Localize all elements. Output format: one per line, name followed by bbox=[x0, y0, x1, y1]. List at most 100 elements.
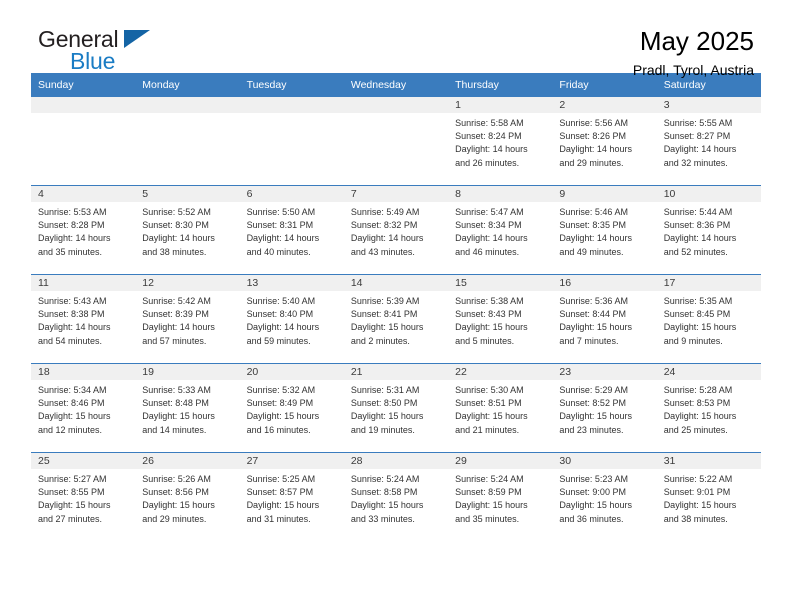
daylight-text-line1: Daylight: 15 hours bbox=[142, 411, 215, 422]
calendar-day-cell[interactable]: 9 Sunrise: 5:46 AM Sunset: 8:35 PM Daylight… bbox=[552, 185, 657, 275]
day-number: 29 bbox=[455, 455, 467, 467]
day-number-band: 14 bbox=[343, 275, 449, 291]
calendar-day-cell-empty bbox=[239, 97, 344, 186]
day-number-band bbox=[343, 97, 449, 113]
daylight-text-line2: and 2 minutes. bbox=[350, 335, 410, 346]
calendar-day-cell[interactable]: 23 Sunrise: 5:29 AM Sunset: 8:52 PM Dayligh… bbox=[552, 363, 657, 453]
daylight-text-line1: Daylight: 15 hours bbox=[142, 500, 215, 511]
day-number: 10 bbox=[663, 188, 676, 200]
day-cell-body: Sunrise: 5:25 AM Sunset: 8:57 PM Daylight:… bbox=[240, 469, 344, 526]
day-cell-body: Sunrise: 5:50 AM Sunset: 8:31 PM Daylight:… bbox=[240, 202, 344, 259]
sunrise-text: Sunrise: 5:50 AM bbox=[246, 207, 316, 217]
daylight-text-line1: Daylight: 14 hours bbox=[559, 233, 632, 244]
sunset-text: Sunset: 8:32 PM bbox=[350, 220, 418, 231]
daylight-text-line1: Daylight: 14 hours bbox=[38, 233, 111, 244]
calendar-day-cell[interactable]: 6 Sunrise: 5:50 AM Sunset: 8:31 PM Daylight… bbox=[239, 185, 344, 275]
daylight-text-line2: and 49 minutes. bbox=[559, 246, 624, 257]
day-number-band: 1 bbox=[448, 97, 553, 113]
calendar-day-cell[interactable]: 19 Sunrise: 5:33 AM Sunset: 8:48 PM Dayligh… bbox=[135, 363, 240, 453]
daylight-text-line2: and 52 minutes. bbox=[663, 246, 728, 257]
daylight-text-line1: Daylight: 14 hours bbox=[246, 322, 320, 333]
day-number: 9 bbox=[559, 188, 566, 200]
calendar-day-cell[interactable]: 27 Sunrise: 5:25 AM Sunset: 8:57 PM Dayligh… bbox=[239, 452, 344, 541]
brand-name-blue: Blue bbox=[70, 48, 116, 74]
daylight-text-line2: and 26 minutes. bbox=[455, 157, 520, 168]
day-number-band: 9 bbox=[552, 186, 657, 202]
calendar-day-cell[interactable]: 2 Sunrise: 5:56 AM Sunset: 8:26 PM Daylight… bbox=[552, 97, 657, 186]
calendar-day-cell[interactable]: 24 Sunrise: 5:28 AM Sunset: 8:53 PM Dayligh… bbox=[656, 363, 761, 453]
day-number: 8 bbox=[455, 188, 461, 200]
calendar-day-cell[interactable]: 7 Sunrise: 5:49 AM Sunset: 8:32 PM Daylight… bbox=[343, 185, 449, 275]
day-cell-body: Sunrise: 5:44 AM Sunset: 8:36 PM Daylight:… bbox=[657, 202, 761, 259]
calendar-day-cell[interactable]: 5 Sunrise: 5:52 AM Sunset: 8:30 PM Daylight… bbox=[135, 185, 240, 275]
calendar-day-cell[interactable]: 26 Sunrise: 5:26 AM Sunset: 8:56 PM Dayligh… bbox=[135, 452, 240, 541]
day-cell-body: Sunrise: 5:31 AM Sunset: 8:50 PM Daylight:… bbox=[344, 380, 448, 437]
calendar-day-cell[interactable]: 11 Sunrise: 5:43 AM Sunset: 8:38 PM Dayligh… bbox=[31, 274, 136, 364]
sunrise-text: Sunrise: 5:46 AM bbox=[559, 207, 628, 217]
calendar-week-row: 18 Sunrise: 5:34 AM Sunset: 8:46 PM Dayligh… bbox=[31, 363, 761, 453]
calendar-day-cell[interactable]: 16 Sunrise: 5:36 AM Sunset: 8:44 PM Dayligh… bbox=[552, 274, 657, 364]
calendar-day-cell[interactable]: 12 Sunrise: 5:42 AM Sunset: 8:39 PM Dayligh… bbox=[135, 274, 240, 364]
daylight-text-line1: Daylight: 15 hours bbox=[246, 411, 320, 422]
calendar-day-cell[interactable]: 10 Sunrise: 5:44 AM Sunset: 8:36 PM Dayligh… bbox=[656, 185, 761, 275]
calendar-day-cell[interactable]: 28 Sunrise: 5:24 AM Sunset: 8:58 PM Dayligh… bbox=[343, 452, 449, 541]
calendar-day-cell[interactable]: 18 Sunrise: 5:34 AM Sunset: 8:46 PM Dayligh… bbox=[31, 363, 136, 453]
calendar-day-cell[interactable]: 22 Sunrise: 5:30 AM Sunset: 8:51 PM Dayligh… bbox=[448, 363, 553, 453]
sunrise-text: Sunrise: 5:44 AM bbox=[663, 207, 733, 217]
daylight-text-line2: and 35 minutes. bbox=[38, 246, 103, 257]
calendar-day-cell[interactable]: 4 Sunrise: 5:53 AM Sunset: 8:28 PM Daylight… bbox=[31, 185, 136, 275]
sunset-text: Sunset: 8:45 PM bbox=[663, 309, 731, 320]
daylight-text-line1: Daylight: 14 hours bbox=[559, 144, 632, 155]
day-cell-body: Sunrise: 5:58 AM Sunset: 8:24 PM Daylight:… bbox=[448, 113, 552, 170]
day-number-band: 3 bbox=[656, 97, 761, 113]
calendar-day-cell[interactable]: 3 Sunrise: 5:55 AM Sunset: 8:27 PM Daylight… bbox=[656, 97, 761, 186]
daylight-text-line1: Daylight: 15 hours bbox=[559, 411, 632, 422]
day-number: 11 bbox=[38, 277, 49, 289]
calendar-week-row: 1 Sunrise: 5:58 AM Sunset: 8:24 PM Daylight… bbox=[31, 97, 761, 186]
calendar-day-cell[interactable]: 31 Sunrise: 5:22 AM Sunset: 9:01 PM Dayligh… bbox=[656, 452, 761, 541]
day-number-band: 20 bbox=[239, 364, 344, 380]
calendar-day-cell-empty bbox=[343, 97, 449, 186]
calendar-day-cell-empty bbox=[135, 97, 240, 186]
sunset-text: Sunset: 8:49 PM bbox=[246, 398, 314, 409]
daylight-text-line1: Daylight: 14 hours bbox=[142, 322, 215, 333]
calendar-day-cell[interactable]: 29 Sunrise: 5:24 AM Sunset: 8:59 PM Dayligh… bbox=[448, 452, 553, 541]
sunrise-text: Sunrise: 5:40 AM bbox=[246, 296, 316, 306]
daylight-text-line2: and 40 minutes. bbox=[246, 246, 311, 257]
brand-logo[interactable]: General Blue bbox=[38, 28, 178, 78]
day-number-band: 19 bbox=[135, 364, 240, 380]
calendar-day-cell[interactable]: 25 Sunrise: 5:27 AM Sunset: 8:55 PM Dayligh… bbox=[31, 452, 136, 541]
daylight-text-line2: and 5 minutes. bbox=[455, 335, 515, 346]
calendar-day-cell[interactable]: 1 Sunrise: 5:58 AM Sunset: 8:24 PM Daylight… bbox=[448, 97, 553, 186]
calendar-day-cell[interactable]: 30 Sunrise: 5:23 AM Sunset: 9:00 PM Dayligh… bbox=[552, 452, 657, 541]
calendar-day-cell[interactable]: 17 Sunrise: 5:35 AM Sunset: 8:45 PM Dayligh… bbox=[656, 274, 761, 364]
sunset-text: Sunset: 8:58 PM bbox=[350, 487, 418, 498]
sunset-text: Sunset: 8:36 PM bbox=[663, 220, 731, 231]
daylight-text-line2: and 57 minutes. bbox=[142, 335, 207, 346]
calendar-day-cell[interactable]: 8 Sunrise: 5:47 AM Sunset: 8:34 PM Daylight… bbox=[448, 185, 553, 275]
day-number: 24 bbox=[663, 366, 676, 378]
day-cell-body: Sunrise: 5:28 AM Sunset: 8:53 PM Daylight:… bbox=[657, 380, 761, 437]
day-number-band: 28 bbox=[343, 453, 449, 469]
day-number: 2 bbox=[559, 99, 566, 111]
sunset-text: Sunset: 8:52 PM bbox=[559, 398, 626, 409]
day-number-band: 15 bbox=[448, 275, 553, 291]
calendar-day-cell[interactable]: 20 Sunrise: 5:32 AM Sunset: 8:49 PM Dayligh… bbox=[239, 363, 344, 453]
day-number-band bbox=[135, 97, 240, 113]
calendar-day-cell[interactable]: 13 Sunrise: 5:40 AM Sunset: 8:40 PM Dayligh… bbox=[239, 274, 344, 364]
sunrise-text: Sunrise: 5:22 AM bbox=[663, 474, 733, 484]
day-number-band: 2 bbox=[552, 97, 657, 113]
weekday-header-tuesday: Tuesday bbox=[239, 73, 344, 97]
sunrise-text: Sunrise: 5:34 AM bbox=[38, 385, 107, 395]
sunrise-text: Sunrise: 5:43 AM bbox=[38, 296, 107, 306]
sunrise-text: Sunrise: 5:36 AM bbox=[559, 296, 628, 306]
sunset-text: Sunset: 8:31 PM bbox=[246, 220, 314, 231]
day-number-band: 17 bbox=[656, 275, 761, 291]
calendar-day-cell[interactable]: 14 Sunrise: 5:39 AM Sunset: 8:41 PM Dayligh… bbox=[343, 274, 449, 364]
calendar-day-cell[interactable]: 15 Sunrise: 5:38 AM Sunset: 8:43 PM Dayligh… bbox=[448, 274, 553, 364]
calendar-day-cell[interactable]: 21 Sunrise: 5:31 AM Sunset: 8:50 PM Dayligh… bbox=[343, 363, 449, 453]
day-cell-body: Sunrise: 5:55 AM Sunset: 8:27 PM Daylight:… bbox=[657, 113, 761, 170]
daylight-text-line2: and 21 minutes. bbox=[455, 424, 520, 435]
day-number: 18 bbox=[38, 366, 50, 378]
day-cell-body: Sunrise: 5:56 AM Sunset: 8:26 PM Daylight:… bbox=[552, 113, 656, 170]
